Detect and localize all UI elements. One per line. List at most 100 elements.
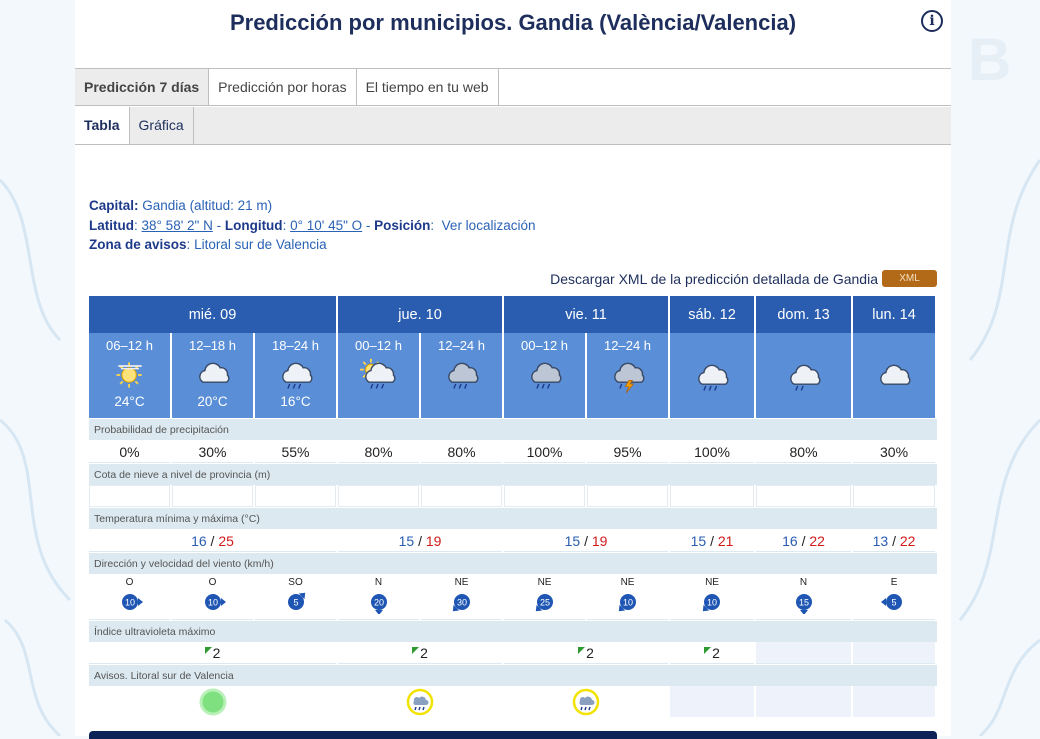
- uv-value: 2: [212, 645, 221, 661]
- snow-cell: [853, 485, 938, 507]
- snow-cell: [670, 485, 757, 507]
- wind-arrow-icon: 5: [881, 594, 903, 610]
- tab-prediccion-7-dias[interactable]: Predicción 7 días: [75, 69, 210, 105]
- wind-cell: NE 10: [670, 574, 757, 620]
- capital-value: Gandia (altitud: 21 m): [142, 198, 273, 213]
- uv-flag-icon: [578, 647, 586, 654]
- uv-value: 2: [712, 645, 720, 661]
- day-header: mié. 09: [89, 296, 339, 333]
- section-temp-label: Temperatura mínima y máxima (°C): [89, 507, 938, 529]
- day-header: jue. 10: [338, 296, 505, 333]
- wind-cell: NE 30: [421, 574, 505, 620]
- period-cell: 06–12 h 24°C: [89, 333, 172, 418]
- warning-cell: [89, 686, 339, 717]
- wind-direction: O: [208, 577, 217, 588]
- day-header: lun. 14: [853, 296, 938, 333]
- location-info: Capital: Gandia (altitud: 21 m) Latitud:…: [89, 196, 535, 255]
- temp-max: 19: [425, 532, 442, 549]
- period-cell: [670, 333, 757, 418]
- wind-speed: 5: [293, 598, 298, 608]
- uv-value: 2: [586, 645, 594, 661]
- forecast-page: Predicción por municipios. Gandia (Valèn…: [75, 0, 951, 739]
- wind-speed: 10: [623, 598, 633, 608]
- ver-localizacion-link[interactable]: Ver localización: [442, 218, 536, 233]
- wind-cell: O 10: [89, 574, 172, 620]
- tab-prediccion-por-horas[interactable]: Predicción por horas: [209, 69, 357, 105]
- period-temp: 24°C: [114, 394, 145, 409]
- wind-cell: O 10: [172, 574, 255, 620]
- wind-arrow-icon: 25: [535, 594, 553, 612]
- wind-arrow-icon: 10: [702, 594, 721, 612]
- wind-arrow-icon: 5: [287, 592, 305, 610]
- temp-min-max: 16 / 22: [756, 529, 854, 552]
- period-temp: 16°C: [280, 394, 311, 409]
- wind-cell: SO 5: [255, 574, 339, 620]
- temp-min: 15: [398, 532, 415, 549]
- primary-tabs: Predicción 7 días Predicción por horas E…: [75, 68, 951, 106]
- wind-arrow-icon: 10: [204, 594, 226, 610]
- section-precip-label: Probabilidad de precipitación: [89, 418, 938, 440]
- coords-line: Latitud: 38° 58' 2" N - Longitud: 0° 10'…: [89, 217, 536, 233]
- cloud-icon: [172, 357, 253, 393]
- cloud-rain-icon: [255, 357, 336, 393]
- svg-text:B: B: [968, 26, 1011, 93]
- warning-cell: [670, 686, 757, 717]
- snow-cell: [421, 485, 505, 507]
- wind-direction: NE: [620, 577, 635, 588]
- warning-cell: [853, 686, 938, 717]
- snow-cell: [756, 485, 854, 507]
- warning-cell: [504, 686, 671, 717]
- secondary-tabs: Tabla Gráfica: [75, 107, 951, 145]
- period-cell: 12–24 h: [421, 333, 505, 418]
- temp-min-max: 15 / 19: [338, 529, 505, 552]
- precip-value: 95%: [587, 440, 671, 463]
- temp-max: 19: [591, 532, 608, 549]
- wind-direction: O: [125, 577, 134, 588]
- rain-warning-icon[interactable]: [571, 687, 601, 717]
- snow-cell: [504, 485, 588, 507]
- no-warning-icon[interactable]: [198, 687, 228, 717]
- warning-cell: [338, 686, 505, 717]
- footer-bar: [89, 731, 937, 739]
- uv-flag-icon: [204, 647, 212, 654]
- wind-cell: E5: [853, 574, 938, 620]
- temp-max: 25: [218, 532, 234, 549]
- wind-arrow-icon: 10: [618, 594, 636, 612]
- day-header: sáb. 12: [670, 296, 757, 333]
- xml-download[interactable]: Descargar XML de la predicción detallada…: [550, 270, 937, 287]
- precip-value: 80%: [338, 440, 422, 463]
- uv-cell: [756, 642, 854, 664]
- period-cell: [756, 333, 854, 418]
- uv-cell: 2: [89, 642, 339, 664]
- tab-tabla[interactable]: Tabla: [75, 107, 130, 144]
- sun-cloud-rain-icon: [338, 357, 419, 393]
- period-cell: 00–12 h: [338, 333, 422, 418]
- wind-arrow-icon: 30: [452, 594, 470, 612]
- temp-min-max: 15 / 19: [504, 529, 671, 552]
- tab-grafica[interactable]: Gráfica: [130, 107, 194, 144]
- info-icon[interactable]: i: [921, 10, 943, 32]
- day-header: dom. 13: [756, 296, 854, 333]
- longitud-value[interactable]: 0° 10' 45" O: [290, 218, 362, 233]
- uv-flag-icon: [412, 647, 420, 654]
- precip-value: 30%: [853, 440, 938, 463]
- latitud-value[interactable]: 38° 58' 2" N: [142, 218, 213, 233]
- tab-el-tiempo-en-tu-web[interactable]: El tiempo en tu web: [357, 69, 499, 105]
- xml-badge[interactable]: XML: [882, 270, 937, 287]
- precip-value: 100%: [504, 440, 588, 463]
- precip-value: 100%: [670, 440, 757, 463]
- wind-speed: 15: [799, 598, 809, 608]
- section-snow-label: Cota de nieve a nivel de provincia (m): [89, 463, 938, 485]
- period-cell: 12–18 h 20°C: [172, 333, 255, 418]
- uv-cell: 2: [670, 642, 757, 664]
- wind-cell: NE 25: [504, 574, 588, 620]
- rain-warning-icon[interactable]: [405, 687, 435, 717]
- wind-direction: NE: [705, 577, 719, 588]
- period-cell: [853, 333, 938, 418]
- wind-speed: 10: [707, 598, 717, 608]
- precip-value: 30%: [172, 440, 255, 463]
- period-cell: 12–24 h: [587, 333, 671, 418]
- wind-speed: 25: [540, 598, 550, 608]
- xml-download-text[interactable]: Descargar XML de la predicción detallada…: [550, 271, 878, 287]
- section-wind-label: Dirección y velocidad del viento (km/h): [89, 552, 938, 574]
